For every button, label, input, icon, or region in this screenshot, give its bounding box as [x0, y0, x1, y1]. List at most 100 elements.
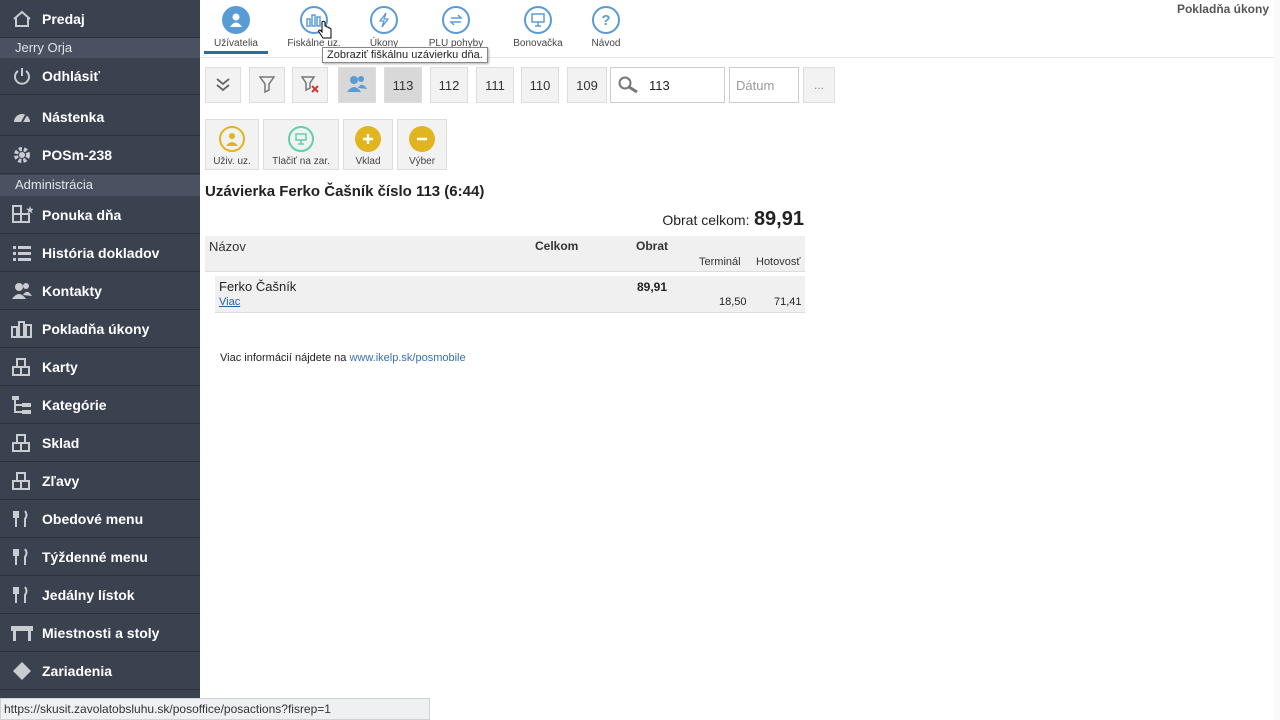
sidebar-item-label: Predaj — [42, 10, 85, 27]
row-cash: 71,41 — [774, 296, 802, 308]
report-110-button[interactable]: 110 — [521, 67, 559, 103]
deposit-button[interactable]: Vklad — [343, 119, 393, 170]
row-turnover: 89,91 — [637, 280, 668, 294]
sidebar-item-lunch-menu[interactable]: Obedové menu — [0, 501, 200, 538]
filter-icon — [258, 75, 276, 96]
sidebar-item-label: Týždenné menu — [42, 549, 148, 565]
sidebar-item-label: Kategórie — [42, 397, 107, 413]
sidebar-item-label: Jedálny lístok — [42, 587, 135, 603]
info-link[interactable]: www.ikelp.sk/posmobile — [349, 352, 465, 364]
sidebar-item-label: Obedové menu — [42, 511, 144, 527]
sidebar-item-offer[interactable]: ★ Ponuka dňa — [0, 197, 200, 234]
sidebar-item-food-list[interactable]: Jedálny lístok — [0, 577, 200, 614]
report-113-button[interactable]: 113 — [384, 67, 422, 103]
tab-help[interactable]: ? Návod — [574, 6, 638, 49]
sidebar-item-label: Kontakty — [42, 283, 102, 299]
blocks-icon — [10, 355, 34, 379]
row-more-link[interactable]: Viac — [219, 296, 240, 308]
help-icon: ? — [592, 6, 620, 34]
tree-icon — [10, 393, 34, 417]
sidebar-item-label: Zariadenia — [42, 663, 113, 679]
search-value: 113 — [649, 77, 670, 93]
sidebar-item-history[interactable]: História dokladov — [0, 235, 200, 272]
sidebar-item-rooms[interactable]: Miestnosti a stoly — [0, 615, 200, 652]
scrollbar[interactable] — [1274, 0, 1280, 720]
user-icon — [222, 6, 250, 34]
sidebar-item-devices[interactable]: Zariadenia — [0, 653, 200, 690]
column-turnover: Obrat — [636, 239, 669, 253]
blocks-icon — [10, 469, 34, 493]
sidebar-item-contacts[interactable]: Kontakty — [0, 273, 200, 310]
sidebar-item-label: Sklad — [42, 435, 80, 451]
tab-label: Užívatelia — [214, 38, 258, 49]
tab-plu-movements[interactable]: PLU pohyby — [424, 6, 488, 49]
action-label: Tlačiť na zar. — [272, 156, 330, 167]
page-title: Pokladňa úkony — [1176, 2, 1269, 16]
fork-knife-icon — [10, 545, 34, 569]
sidebar-item-label: Ponuka dňa — [42, 207, 122, 223]
people-icon — [10, 279, 34, 303]
search-icon — [617, 76, 639, 94]
gear-icon — [10, 143, 34, 167]
total-summary: Obrat celkom: 89,91 — [600, 208, 804, 231]
sidebar-item-discounts[interactable]: Zľavy — [0, 463, 200, 500]
table-icon — [10, 621, 34, 645]
sidebar-item-dashboard[interactable]: Nástenka — [0, 99, 200, 136]
list-icon — [10, 241, 34, 265]
fork-knife-icon — [10, 507, 34, 531]
more-button[interactable]: ... — [803, 67, 835, 103]
users-filter-button[interactable] — [338, 67, 376, 103]
hand-cursor-icon — [317, 20, 335, 45]
printer-icon — [288, 126, 314, 152]
report-109-button[interactable]: 109 — [567, 67, 607, 103]
sidebar-item-label: Zľavy — [42, 473, 80, 489]
search-input[interactable]: 113 — [610, 67, 725, 103]
tab-label: Návod — [591, 38, 621, 49]
sidebar-item-label: Karty — [42, 359, 78, 375]
sidebar-item-pos-actions[interactable]: Pokladňa úkony — [0, 311, 200, 348]
clear-filter-button[interactable] — [292, 67, 328, 103]
fork-knife-icon — [10, 583, 34, 607]
tooltip: Zobraziť fiškálnu uzávierku dňa. — [322, 47, 488, 63]
svg-text:★: ★ — [26, 205, 33, 215]
column-total: Celkom — [535, 239, 579, 253]
date-input[interactable]: Dátum — [729, 67, 799, 103]
tab-kitchen-printer[interactable]: Bonovačka — [506, 6, 570, 49]
withdrawal-button[interactable]: Výber — [397, 119, 447, 170]
sidebar-item-cards[interactable]: Karty — [0, 349, 200, 386]
power-icon — [10, 64, 34, 88]
sidebar-item-label: Miestnosti a stoly — [42, 625, 160, 641]
sidebar-item-stock[interactable]: Sklad — [0, 425, 200, 462]
row-name: Ferko Čašník — [219, 279, 297, 294]
tab-users[interactable]: Užívatelia — [204, 6, 268, 54]
sidebar: Predaj Jerry Orja Odhlásiť Nástenka POSm… — [0, 0, 200, 720]
user-report-button[interactable]: Uživ. uz. — [205, 119, 259, 170]
filter-button[interactable] — [249, 67, 285, 103]
sidebar-item-label: Pokladňa úkony — [42, 321, 150, 337]
filter-clear-icon — [300, 75, 319, 96]
sidebar-item-label: Nástenka — [42, 109, 105, 125]
column-name: Názov — [209, 239, 246, 254]
home-icon — [10, 7, 34, 31]
blocks-icon — [10, 431, 34, 455]
tab-fiscal-reports[interactable]: Fiskálne uz. — [282, 6, 346, 49]
sidebar-item-logout[interactable]: Odhlásiť — [0, 58, 200, 95]
print-to-device-button[interactable]: Tlačiť na zar. — [263, 119, 339, 170]
total-label: Obrat celkom: — [662, 212, 750, 228]
people-icon — [346, 75, 368, 96]
report-112-button[interactable]: 112 — [430, 67, 468, 103]
tab-actions[interactable]: Úkony — [352, 6, 416, 49]
tab-label: Bonovačka — [513, 38, 563, 49]
sidebar-item-weekly-menu[interactable]: Týždenné menu — [0, 539, 200, 576]
action-label: Uživ. uz. — [213, 156, 251, 167]
status-url-bar: https://skusit.zavolatobsluhu.sk/posoffi… — [0, 698, 430, 720]
bolt-icon — [370, 6, 398, 34]
collapse-button[interactable] — [205, 67, 241, 103]
sidebar-item-predaj[interactable]: Predaj — [0, 0, 200, 38]
swap-icon — [442, 6, 470, 34]
sidebar-item-categories[interactable]: Kategórie — [0, 387, 200, 424]
admin-heading: Administrácia — [0, 175, 200, 196]
user-name: Jerry Orja — [0, 38, 200, 58]
sidebar-item-device[interactable]: POSm-238 — [0, 137, 200, 174]
report-111-button[interactable]: 111 — [476, 67, 514, 103]
